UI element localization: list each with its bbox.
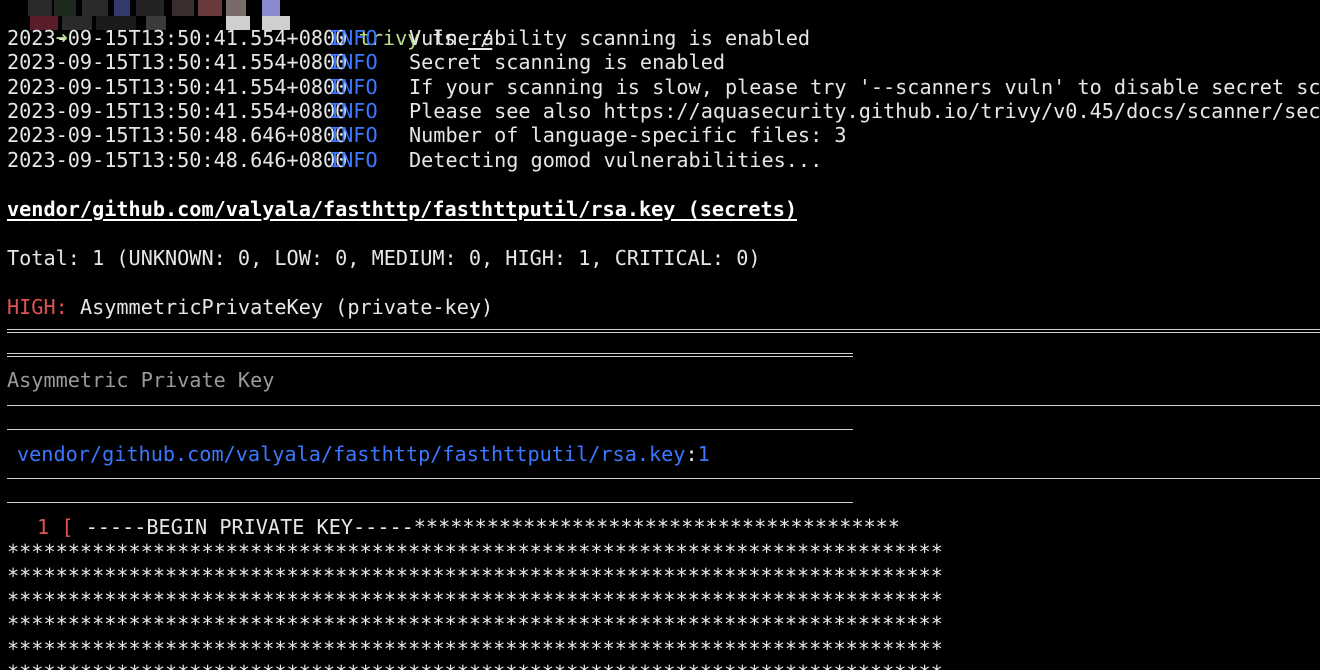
file-location: vendor/github.com/valyala/fasthttp/fasth…: [17, 442, 710, 466]
log-level: INFO: [329, 50, 378, 74]
severity-label: HIGH:: [7, 295, 68, 319]
log-timestamp: 2023-09-15T13:50:41.554+0800: [7, 50, 348, 74]
log-line: 2023-09-15T13:50:48.646+0800INFO Number o…: [7, 123, 847, 147]
log-timestamp: 2023-09-15T13:50:41.554+0800: [7, 26, 348, 50]
log-message: Please see also https://aquasecurity.git…: [409, 99, 1320, 123]
log-level: INFO: [329, 99, 378, 123]
log-timestamp: 2023-09-15T13:50:48.646+0800: [7, 148, 348, 172]
log-line: 2023-09-15T13:50:41.554+0800INFO Vulnerab…: [7, 26, 810, 50]
log-level: INFO: [329, 123, 378, 147]
log-timestamp: 2023-09-15T13:50:48.646+0800: [7, 123, 348, 147]
log-timestamp: 2023-09-15T13:50:41.554+0800: [7, 99, 348, 123]
total-summary: Total: 1 (UNKNOWN: 0, LOW: 0, MEDIUM: 0,…: [7, 246, 761, 270]
divider: [7, 405, 1320, 406]
double-divider: [7, 329, 1320, 333]
divider: [7, 429, 853, 430]
code-line-number: 1: [37, 515, 50, 539]
file-line-number: 1: [697, 442, 710, 466]
log-message: If your scanning is slow, please try '--…: [409, 75, 1320, 99]
finding-description: Asymmetric Private Key: [7, 368, 275, 392]
code-masked-line: ****************************************…: [7, 612, 943, 636]
code-bracket: [: [61, 515, 74, 539]
log-line: 2023-09-15T13:50:41.554+0800INFO Secret s…: [7, 50, 725, 74]
code-text: -----BEGIN PRIVATE KEY-----*************…: [85, 515, 900, 539]
log-message: Number of language-specific files: 3: [409, 123, 847, 147]
log-message: Vulnerability scanning is enabled: [409, 26, 811, 50]
prompt-command: ✗ trivy fs ./: [290, 2, 493, 50]
code-masked-line: ****************************************…: [7, 540, 943, 564]
terminal-window[interactable]: ➜ ✗ trivy fs ./ 2023-09-15T13:50:41.554+…: [0, 0, 1320, 670]
code-masked-line: ****************************************…: [7, 637, 943, 661]
log-line: 2023-09-15T13:50:41.554+0800INFO If your …: [7, 75, 1320, 99]
rule-name: AsymmetricPrivateKey (private-key): [79, 295, 494, 319]
log-line: 2023-09-15T13:50:48.646+0800INFO Detectin…: [7, 148, 822, 172]
file-path-link[interactable]: vendor/github.com/valyala/fasthttp/fasth…: [17, 442, 685, 466]
code-masked-line: ****************************************…: [7, 588, 943, 612]
file-sep: :: [685, 442, 698, 466]
code-line: 1 [ -----BEGIN PRIVATE KEY-----*********…: [37, 515, 900, 539]
log-timestamp: 2023-09-15T13:50:41.554+0800: [7, 75, 348, 99]
code-masked-line: ****************************************…: [7, 564, 943, 588]
log-message: Secret scanning is enabled: [409, 50, 726, 74]
log-message: Detecting gomod vulnerabilities...: [409, 148, 823, 172]
divider: [7, 502, 853, 503]
divider: [7, 478, 1320, 479]
log-level: INFO: [329, 26, 378, 50]
finding-title: HIGH: AsymmetricPrivateKey (private-key): [7, 295, 493, 319]
code-masked-line: ****************************************…: [7, 661, 943, 670]
target-heading: vendor/github.com/valyala/fasthttp/fasth…: [7, 197, 798, 221]
log-level: INFO: [329, 148, 378, 172]
log-level: INFO: [329, 75, 378, 99]
log-line: 2023-09-15T13:50:41.554+0800INFO Please s…: [7, 99, 1320, 123]
double-divider: [7, 353, 853, 357]
